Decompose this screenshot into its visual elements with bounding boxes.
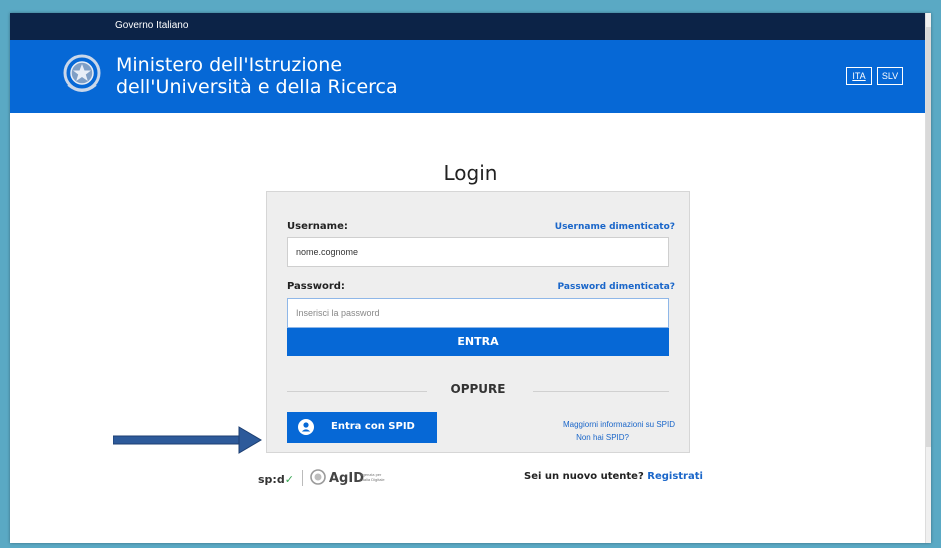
spid-button-label: Entra con SPID (331, 421, 415, 432)
agid-subtitle: Agenzia per l'Italia Digitale (360, 472, 390, 482)
spid-check-icon: ✓ (284, 473, 294, 486)
ministry-title-line2: dell'Università e della Ricerca (116, 76, 398, 98)
language-slv-button[interactable]: SLV (877, 67, 903, 85)
browser-window: Governo Italiano Ministero dell'Istruzio… (10, 13, 931, 543)
username-forgot-link[interactable]: Username dimenticato? (555, 222, 675, 232)
spid-more-info-link[interactable]: Maggiorni informazioni su SPID (563, 420, 675, 429)
governo-italiano-link[interactable]: Governo Italiano (115, 20, 188, 31)
register-link[interactable]: Registrati (647, 471, 703, 482)
password-input[interactable] (287, 298, 669, 328)
logo-divider (302, 470, 303, 486)
italian-republic-emblem-icon (63, 54, 101, 92)
language-ita-button[interactable]: ITA (846, 67, 872, 85)
username-input[interactable] (287, 237, 669, 267)
no-spid-link[interactable]: Non hai SPID? (576, 433, 629, 442)
password-forgot-link[interactable]: Password dimenticata? (558, 282, 675, 292)
spid-logo-text: sp:d (258, 473, 285, 486)
divider-right (533, 391, 669, 392)
agid-logo: AgID (329, 471, 364, 486)
page-title: Login (443, 161, 498, 185)
government-topbar: Governo Italiano (10, 13, 931, 40)
new-user-text: Sei un nuovo utente? (524, 471, 644, 482)
login-form: Username: Username dimenticato? Password… (266, 191, 690, 453)
spid-logo: sp:d✓ (258, 473, 294, 486)
ministry-title[interactable]: Ministero dell'Istruzione dell'Universit… (116, 54, 398, 98)
password-label: Password: (287, 281, 345, 292)
annotation-arrow-icon (113, 426, 262, 454)
ministry-header: Ministero dell'Istruzione dell'Universit… (10, 40, 931, 113)
scrollbar-thumb[interactable] (926, 27, 931, 447)
ministry-title-line1: Ministero dell'Istruzione (116, 54, 343, 76)
agid-emblem-icon (310, 469, 326, 485)
username-label: Username: (287, 221, 348, 232)
vertical-scrollbar[interactable] (925, 13, 931, 543)
or-separator: OPPURE (450, 382, 506, 396)
entra-button[interactable]: ENTRA (287, 328, 669, 356)
entra-con-spid-button[interactable]: Entra con SPID (287, 412, 437, 443)
new-user-prompt: Sei un nuovo utente? Registrati (524, 471, 703, 482)
spid-user-icon (298, 419, 314, 435)
agid-subtitle-line2: l'Italia Digitale (360, 477, 385, 482)
